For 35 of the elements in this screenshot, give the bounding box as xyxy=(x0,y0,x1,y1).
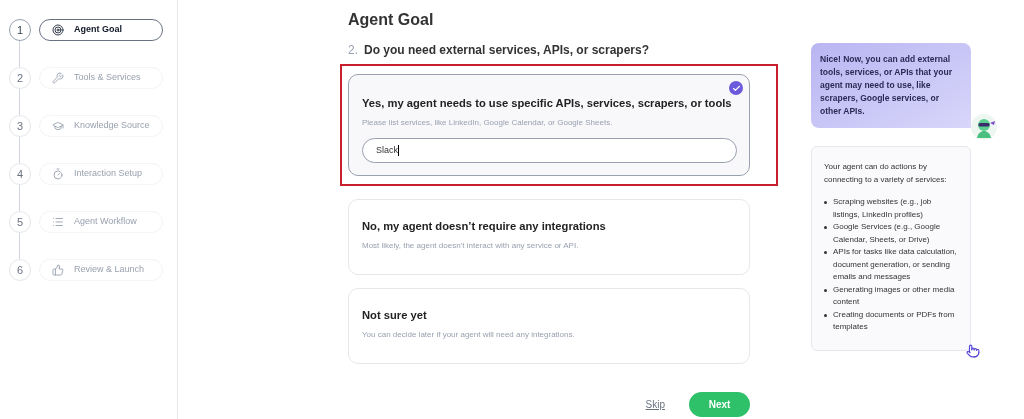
info-item: Google Services (e.g., Google Calendar, Sheets, or Drive) xyxy=(833,221,942,246)
bullet-icon xyxy=(824,251,827,254)
option-card[interactable]: Not sure yet You can decide later if your agent will need any integrations. xyxy=(348,288,750,364)
list-icon xyxy=(52,216,64,228)
wrench-icon xyxy=(52,72,64,84)
timer-icon xyxy=(52,168,64,180)
option-title: No, my agent doesn’t require any integrations xyxy=(362,219,607,234)
robot-avatar-icon xyxy=(971,114,997,140)
bullet-icon xyxy=(824,313,827,317)
info-item: Generating images or other media content xyxy=(833,283,956,308)
skip-link[interactable]: Skip xyxy=(645,397,665,412)
question-text: Do you need external services, APIs, or scrapers? xyxy=(364,42,650,59)
info-item: APIs for tasks like data calculation, document generation, or sending emails and messages xyxy=(833,246,958,283)
info-intro: Your agent can do actions by connecting to a variety of services: xyxy=(824,161,948,186)
option-description: Please list services, like LinkedIn, Google Calendar, or Google Sheets. xyxy=(362,117,614,128)
assistant-bubble: Nice! Now, you can add external tools, services, or APIs that your agent may need to use, like scrapers, Google services, or other APIs. xyxy=(811,43,971,128)
check-icon xyxy=(729,81,743,95)
option-title: Yes, my agent needs to use specific APIs, services, scrapers, or tools xyxy=(362,96,733,111)
page-heading: Agent Goal xyxy=(347,10,435,30)
thumbs-up-icon xyxy=(52,264,64,276)
bullet-icon xyxy=(824,226,827,229)
option-description: Most likely, the agent doesn’t interact with any service or API. xyxy=(362,240,580,251)
bullet-icon xyxy=(824,201,827,204)
info-item: Creating documents or PDFs from templates xyxy=(833,308,956,333)
option-card[interactable]: No, my agent doesn’t require any integrations Most likely, the agent doesn’t interact with any service or API. xyxy=(348,199,750,275)
pointer-icon xyxy=(966,343,980,358)
services-input-field[interactable]: Slack xyxy=(362,138,737,163)
question-number: 2. xyxy=(348,42,358,59)
bullet-icon xyxy=(824,288,827,292)
option-title: Not sure yet xyxy=(362,308,428,323)
option-description: You can decide later if your agent will need any integrations. xyxy=(362,329,576,340)
target-icon xyxy=(52,24,64,36)
graduation-cap-icon xyxy=(52,120,64,132)
info-item: Scraping websites (e.g., job listings, LinkedIn profiles) xyxy=(833,196,933,221)
option-card[interactable]: Yes, my agent needs to use specific APIs, services, scrapers, or tools Please list services, like LinkedIn, Google Calendar, or Google Sheets. Slack xyxy=(348,74,750,176)
